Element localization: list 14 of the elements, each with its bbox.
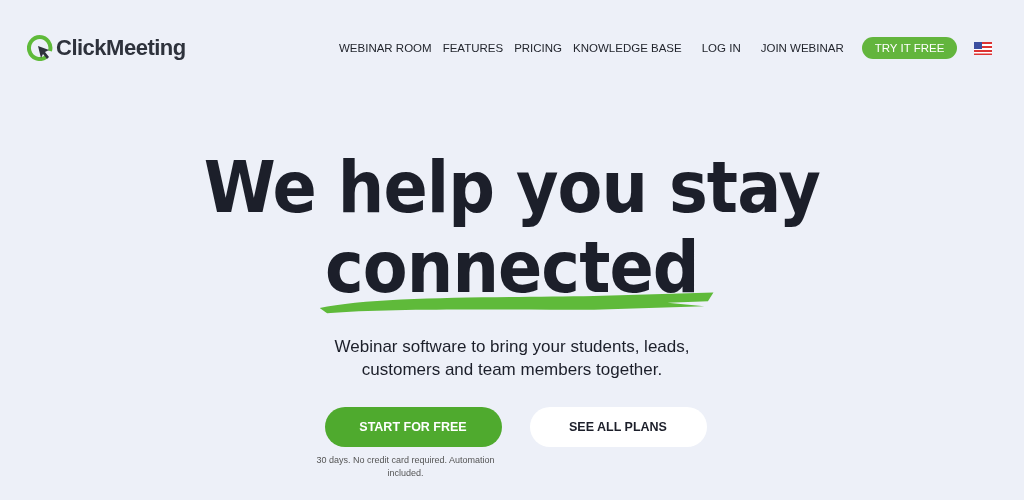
trial-note: 30 days. No credit card required. Automation included.	[315, 454, 496, 480]
logo-icon	[27, 35, 53, 61]
nav-link[interactable]: JOIN WEBINAR	[760, 42, 844, 54]
flag-icon[interactable]	[974, 41, 993, 55]
nav-link[interactable]: FEATURES	[442, 42, 504, 54]
see-plans-button[interactable]: SEE ALL PLANS	[529, 407, 707, 447]
nav-link[interactable]: KNOWLEDGE BASE	[573, 42, 682, 54]
subtitle: Webinar software to bring your students, leads, customers and team members together.	[334, 336, 690, 381]
headline-highlight: connected	[325, 235, 699, 301]
nav-link[interactable]: WEBINAR ROOM	[339, 42, 432, 54]
logo-text: ClickMeeting	[56, 35, 186, 61]
nav-link[interactable]: PRICING	[514, 42, 563, 54]
nav-link[interactable]: LOG IN	[701, 42, 741, 54]
headline: We help you stay	[203, 146, 821, 229]
